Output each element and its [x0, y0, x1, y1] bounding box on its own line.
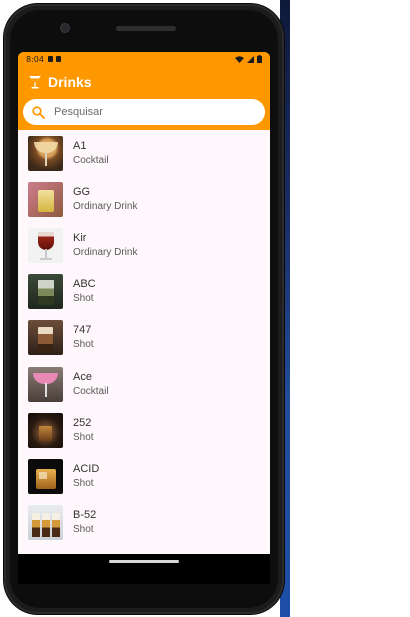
list-item[interactable]: Kir Ordinary Drink [18, 222, 270, 268]
drink-category: Cocktail [73, 154, 109, 166]
drink-name: ACID [73, 462, 100, 475]
list-item[interactable]: ABC Shot [18, 269, 270, 315]
background [288, 0, 410, 617]
list-item[interactable]: A1 Cocktail [18, 130, 270, 176]
drink-thumbnail [28, 181, 63, 217]
wifi-icon [235, 55, 244, 63]
status-time: 8:04 [26, 54, 44, 64]
app-bar: Drinks [18, 66, 270, 130]
front-camera [61, 24, 69, 32]
notification-icon [47, 56, 53, 62]
home-gesture-handle[interactable] [109, 560, 179, 563]
list-item[interactable]: 747 Shot [18, 315, 270, 361]
list-item[interactable]: 252 Shot [18, 407, 270, 453]
page-title: Drinks [48, 74, 92, 90]
drinks-list: A1 Cocktail GG Ordinary Drink Kir Ordina… [18, 130, 270, 546]
drink-thumbnail [28, 366, 63, 402]
drink-thumbnail [28, 227, 63, 263]
drink-name: Kir [73, 231, 87, 244]
drink-name: B-52 [73, 509, 97, 522]
drink-category: Shot [73, 293, 94, 305]
drink-name: ABC [73, 278, 96, 291]
drink-thumbnail [28, 274, 63, 310]
search-input[interactable] [54, 106, 244, 118]
list-item[interactable]: GG Ordinary Drink [18, 176, 270, 222]
drink-category: Cocktail [73, 385, 109, 397]
drink-name: Ace [73, 370, 92, 383]
cocktail-icon [29, 76, 41, 89]
signal-icon [247, 55, 254, 63]
drink-category: Shot [73, 524, 94, 536]
drink-name: GG [73, 185, 91, 198]
drink-category: Shot [73, 477, 94, 489]
app-screen: 8:04 Drinks Pesquisar A1 Cocktail GG Ord… [18, 52, 270, 554]
battery-icon [257, 55, 262, 63]
earpiece-speaker [116, 26, 176, 31]
sim-icon [55, 56, 61, 62]
drink-thumbnail [28, 320, 63, 356]
drink-name: A1 [73, 139, 87, 152]
search-icon [32, 105, 45, 119]
system-nav-bar [18, 554, 270, 584]
list-item[interactable]: B-52 Shot [18, 500, 270, 546]
drink-thumbnail [28, 458, 63, 494]
search-bar[interactable] [23, 99, 265, 125]
drink-category: Shot [73, 431, 94, 443]
drink-category: Ordinary Drink [73, 200, 138, 212]
status-bar: 8:04 [18, 52, 270, 66]
drink-thumbnail [28, 135, 63, 171]
drink-category: Shot [73, 339, 94, 351]
drink-category: Ordinary Drink [73, 246, 138, 258]
drink-name: 252 [73, 416, 92, 429]
drink-thumbnail [28, 505, 63, 541]
list-item[interactable]: Ace Cocktail [18, 361, 270, 407]
drink-name: 747 [73, 324, 92, 337]
drink-thumbnail [28, 412, 63, 448]
list-item[interactable]: ACID Shot [18, 453, 270, 499]
